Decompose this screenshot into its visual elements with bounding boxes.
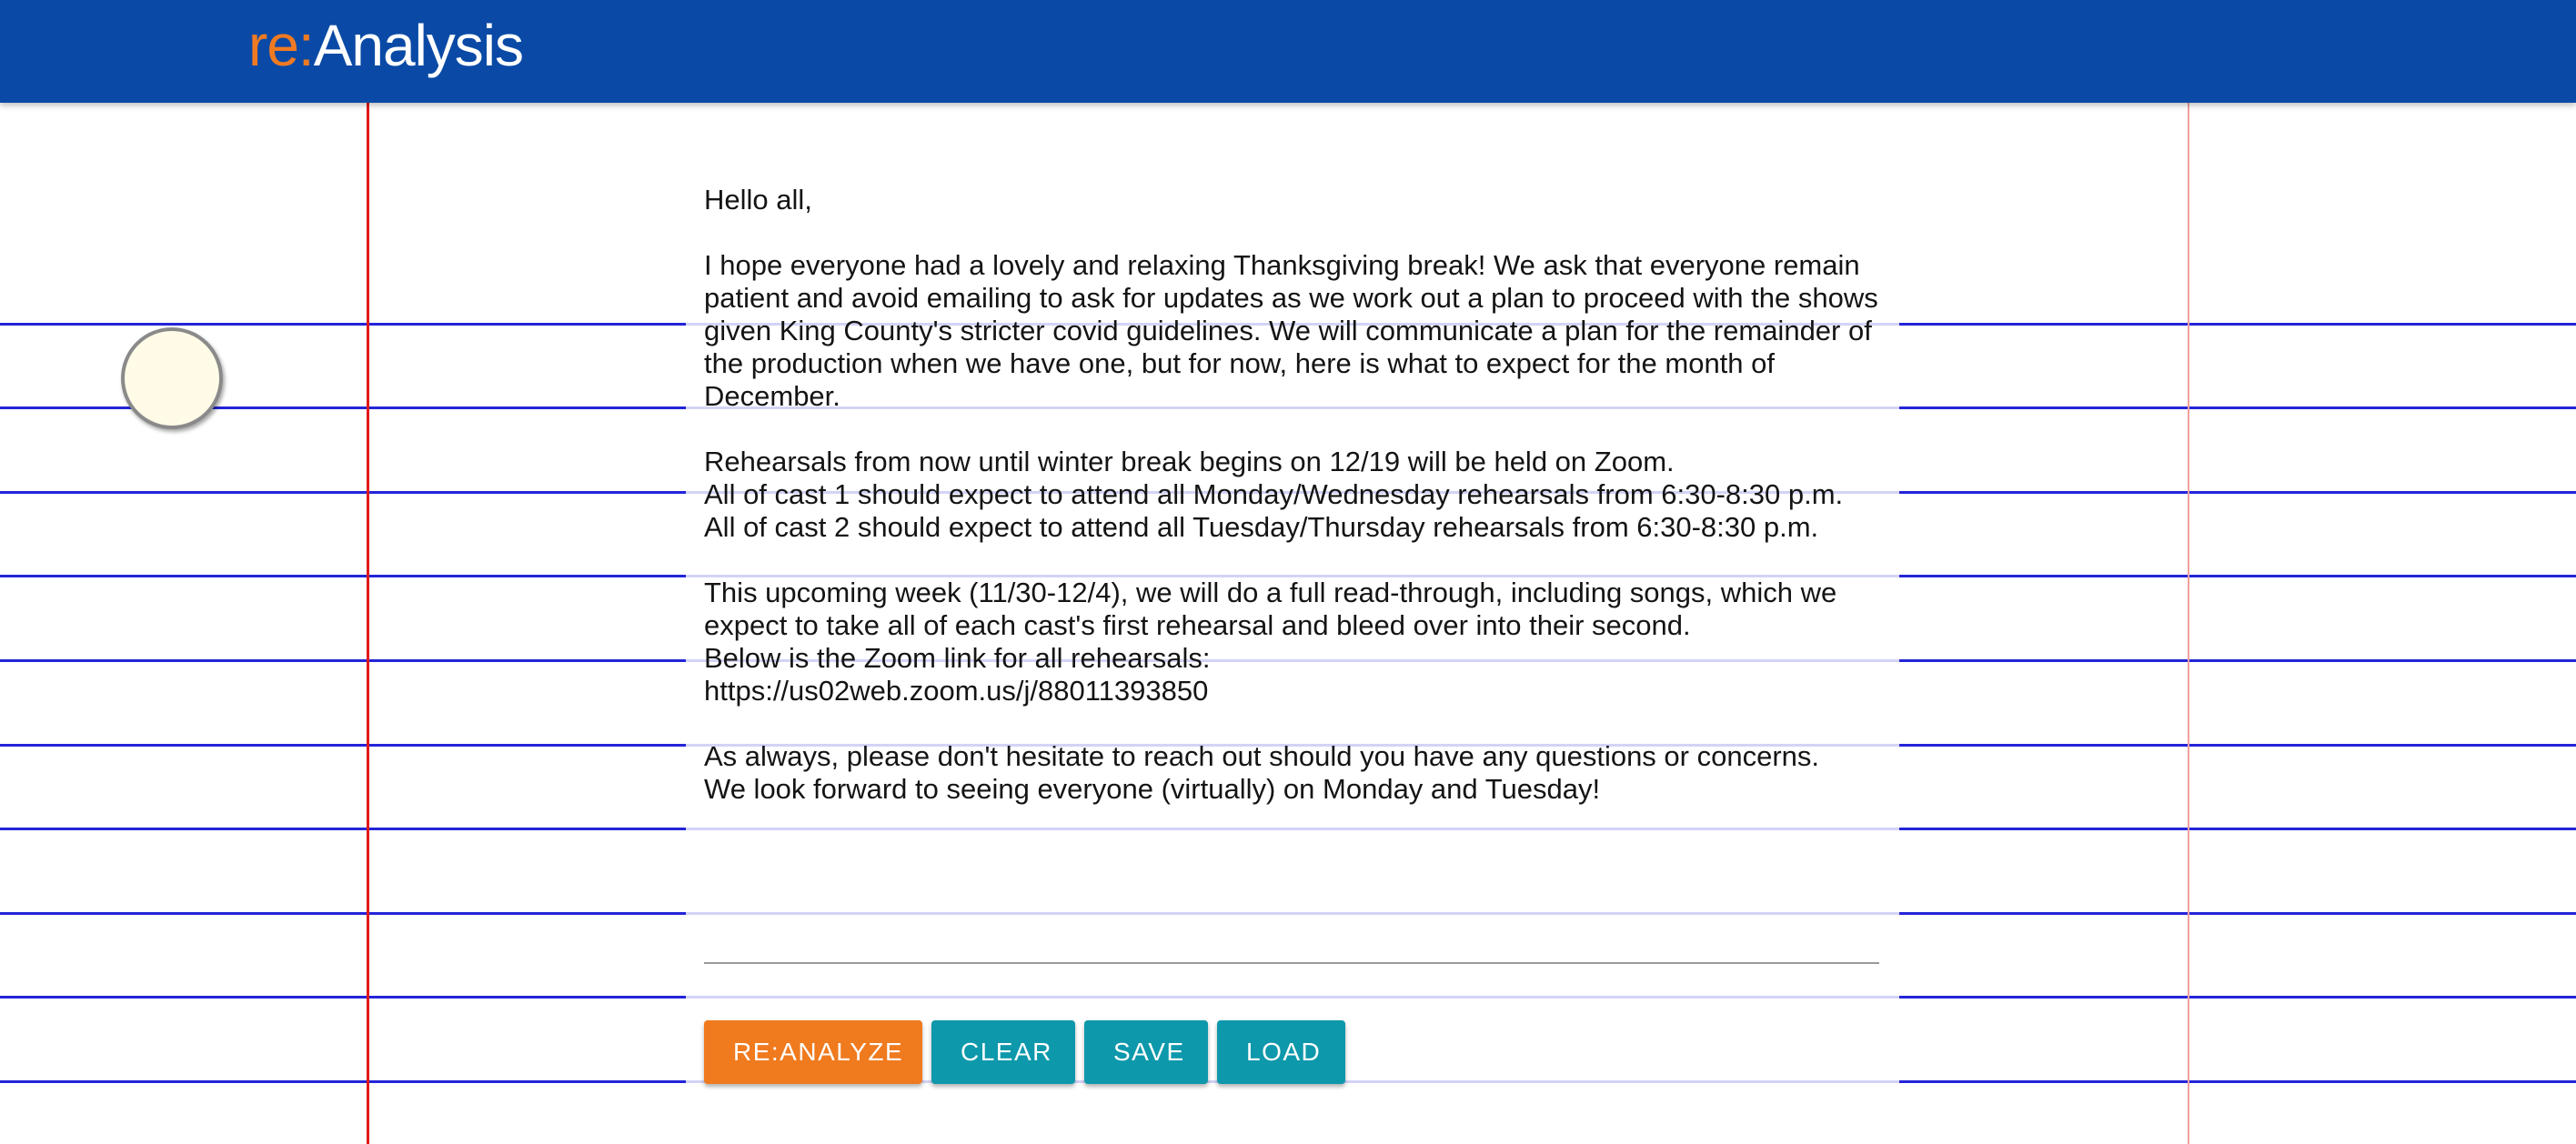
action-buttons: RE:ANALYZE CLEAR SAVE LOAD <box>704 1020 1345 1084</box>
save-button[interactable]: SAVE <box>1084 1020 1208 1084</box>
message-text-area[interactable]: Hello all, I hope everyone had a lovely … <box>704 184 1887 806</box>
margin-line-left <box>367 0 369 1144</box>
brand-logo[interactable]: re:Analysis <box>248 9 524 82</box>
margin-line-right <box>2188 0 2189 1144</box>
brand-prefix: re: <box>248 13 315 78</box>
binder-hole <box>121 327 223 429</box>
editor-panel: Hello all, I hope everyone had a lovely … <box>686 173 1899 1144</box>
text-area-underline <box>704 962 1879 964</box>
brand-name: Analysis <box>313 13 524 78</box>
clear-button[interactable]: CLEAR <box>931 1020 1075 1084</box>
app-bar: re:Analysis <box>0 0 2576 103</box>
load-button[interactable]: LOAD <box>1217 1020 1345 1084</box>
reanalyze-button[interactable]: RE:ANALYZE <box>704 1020 922 1084</box>
notebook-page: re:Analysis Hello all, I hope everyone h… <box>0 0 2576 1144</box>
